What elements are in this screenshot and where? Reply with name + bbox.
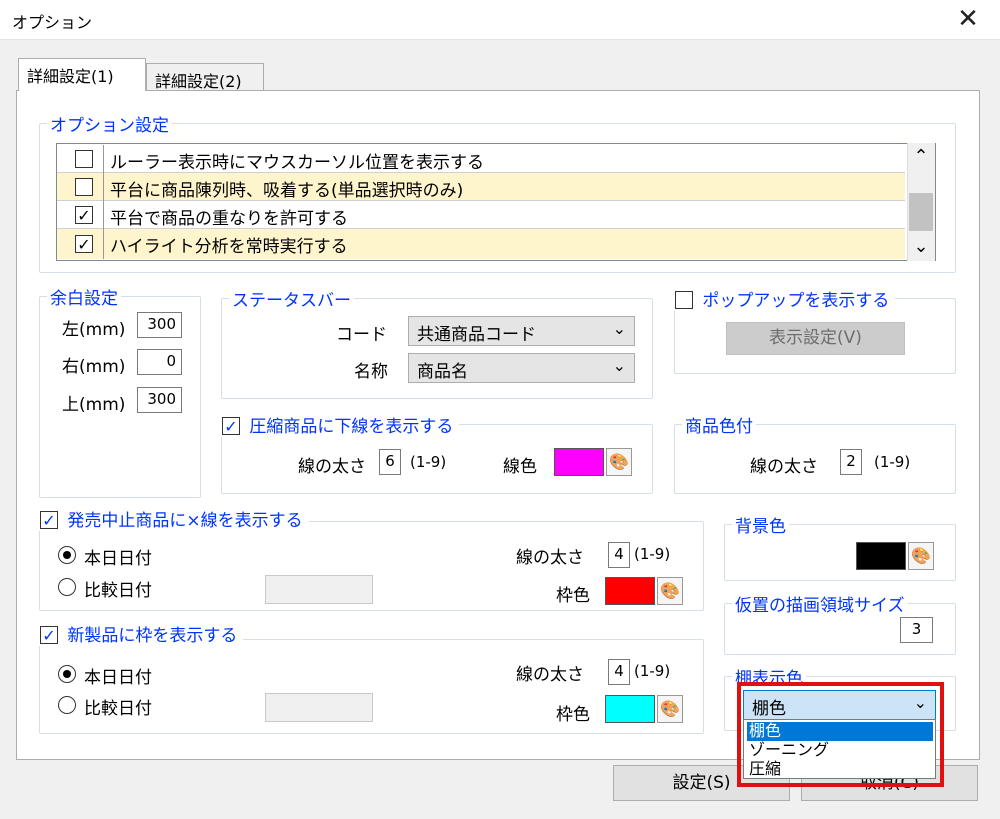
discontinued-radio-compare[interactable]: [58, 578, 76, 596]
margin-legend: 余白設定: [47, 284, 121, 309]
window-title: オプション: [12, 13, 93, 32]
name-label: 名称: [354, 362, 388, 382]
margin-left-input[interactable]: 300: [137, 312, 182, 338]
option-settings-legend: オプション設定: [47, 111, 172, 136]
margin-right-label: 右(mm): [62, 357, 126, 377]
margin-left-label: 左(mm): [62, 320, 126, 340]
list-item[interactable]: 平台に商品陳列時、吸着する(単品選択時のみ): [57, 173, 905, 201]
compressed-range: (1-9): [410, 453, 447, 471]
new-product-date-field[interactable]: [265, 693, 373, 722]
palette-icon[interactable]: 🎨: [657, 695, 683, 723]
tab-detail-2[interactable]: 詳細設定(2): [146, 63, 264, 91]
close-icon[interactable]: ✕: [950, 2, 986, 36]
margin-right-input[interactable]: 0: [137, 349, 182, 375]
margin-top-input[interactable]: 300: [137, 387, 182, 413]
tab-detail-1[interactable]: 詳細設定(1): [18, 58, 146, 91]
highlight-annotation: [737, 682, 944, 787]
compressed-width-input[interactable]: 6: [379, 449, 401, 475]
compressed-color-swatch: [554, 448, 604, 476]
compressed-label: 圧縮商品に下線を表示する: [249, 417, 454, 437]
palette-icon[interactable]: 🎨: [606, 448, 632, 476]
list-item-label: ルーラー表示時にマウスカーソル位置を表示する: [110, 153, 484, 173]
discontinued-width-input[interactable]: 4: [608, 542, 630, 568]
compressed-checkbox[interactable]: [222, 417, 240, 435]
display-settings-button[interactable]: 表示設定(V): [726, 322, 905, 355]
statusbar-legend: ステータスバー: [229, 286, 354, 311]
checkbox[interactable]: [75, 206, 93, 224]
chevron-down-icon: ⌄: [612, 319, 626, 338]
discontinued-width-label: 線の太さ: [516, 548, 584, 568]
checkbox[interactable]: [75, 178, 93, 196]
palette-icon[interactable]: 🎨: [908, 542, 934, 570]
product-color-legend: 商品色付: [682, 412, 756, 437]
chevron-down-icon: ⌄: [612, 356, 626, 375]
new-product-radio-today[interactable]: [58, 665, 76, 683]
product-color-width-label: 線の太さ: [750, 457, 818, 477]
tab-label: 詳細設定(2): [155, 72, 242, 91]
checkbox[interactable]: [75, 150, 93, 168]
new-product-label: 新製品に枠を表示する: [67, 626, 238, 646]
popup-checkbox[interactable]: [675, 291, 693, 309]
new-product-toggle[interactable]: 新製品に枠を表示する: [37, 621, 244, 646]
list-item[interactable]: ルーラー表示時にマウスカーソル位置を表示する: [57, 145, 905, 173]
background-color-swatch: [856, 542, 906, 570]
new-product-compare-label: 比較日付: [84, 699, 152, 719]
compressed-color-label: 線色: [503, 457, 537, 477]
discontinued-radio-today[interactable]: [58, 546, 76, 564]
new-product-radio-compare[interactable]: [58, 696, 76, 714]
temp-area-legend: 仮置の描画領域サイズ: [732, 591, 908, 616]
new-product-checkbox[interactable]: [40, 626, 58, 644]
code-label: コード: [336, 325, 387, 345]
list-item-label: ハイライト分析を常時実行する: [110, 237, 348, 257]
list-item-label: 平台に商品陳列時、吸着する(単品選択時のみ): [110, 181, 464, 201]
list-item-label: 平台で商品の重なりを許可する: [110, 209, 348, 229]
margin-top-label: 上(mm): [62, 395, 126, 415]
popup-label: ポップアップを表示する: [702, 291, 890, 311]
new-product-range: (1-9): [634, 662, 671, 680]
discontinued-checkbox[interactable]: [40, 511, 58, 529]
scroll-down-icon[interactable]: ⌄: [913, 236, 929, 257]
discontinued-label: 発売中止商品に×線を表示する: [67, 511, 303, 531]
name-select-value: 商品名: [417, 362, 468, 382]
new-product-width-label: 線の太さ: [516, 665, 584, 685]
scroll-up-icon[interactable]: ⌃: [913, 146, 929, 167]
new-product-color-label: 枠色: [556, 705, 590, 725]
code-select-value: 共通商品コード: [417, 325, 536, 345]
product-color-range: (1-9): [874, 453, 911, 471]
list-item[interactable]: ハイライト分析を常時実行する: [57, 229, 905, 259]
background-color-legend: 背景色: [732, 512, 789, 537]
compressed-width-label: 線の太さ: [298, 457, 366, 477]
discontinued-color-swatch: [605, 577, 655, 605]
new-product-width-input[interactable]: 4: [608, 659, 630, 685]
discontinued-toggle[interactable]: 発売中止商品に×線を表示する: [37, 506, 309, 531]
list-item[interactable]: 平台で商品の重なりを許可する: [57, 201, 905, 229]
new-product-today-label: 本日日付: [84, 668, 152, 688]
discontinued-range: (1-9): [634, 545, 671, 563]
title-bar: オプション ✕: [0, 0, 1000, 40]
temp-area-input[interactable]: 3: [900, 617, 933, 643]
checkbox[interactable]: [75, 235, 93, 253]
tab-label: 詳細設定(1): [27, 67, 114, 86]
discontinued-color-label: 枠色: [556, 586, 590, 606]
popup-toggle[interactable]: ポップアップを表示する: [672, 286, 896, 311]
code-select[interactable]: 共通商品コード ⌄: [408, 316, 635, 346]
discontinued-compare-label: 比較日付: [84, 581, 152, 601]
palette-icon[interactable]: 🎨: [657, 577, 683, 605]
new-product-color-swatch: [605, 695, 655, 723]
scroll-thumb[interactable]: [909, 193, 933, 231]
compressed-toggle[interactable]: 圧縮商品に下線を表示する: [219, 412, 460, 437]
discontinued-today-label: 本日日付: [84, 549, 152, 569]
product-color-width-input[interactable]: 2: [840, 449, 862, 475]
name-select[interactable]: 商品名 ⌄: [408, 353, 635, 383]
discontinued-date-field[interactable]: [265, 575, 373, 604]
statusbar-group: [221, 298, 653, 399]
